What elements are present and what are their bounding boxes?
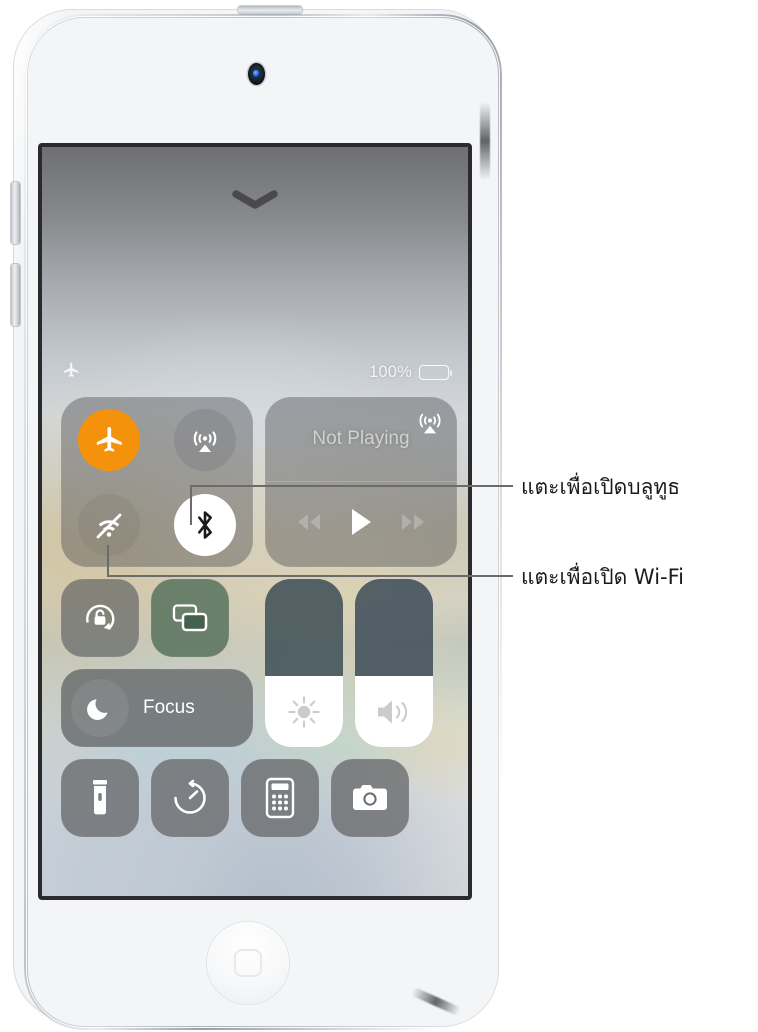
calculator-button[interactable] xyxy=(241,759,319,837)
speaker-wave-icon xyxy=(378,700,408,724)
airplane-mode-toggle[interactable] xyxy=(78,408,140,471)
device-screen: 100% Not Playing Focus xyxy=(38,143,472,900)
screen-mirroring-icon xyxy=(172,604,208,632)
flashlight-icon xyxy=(93,780,107,815)
bluetooth-leader-horizontal xyxy=(190,485,513,487)
media-transport-controls xyxy=(265,482,457,566)
rotation-lock-icon xyxy=(86,604,115,630)
airplane-icon xyxy=(61,360,81,385)
home-button[interactable] xyxy=(207,922,289,1004)
wifi-leader-horizontal xyxy=(107,575,513,577)
connectivity-panel[interactable] xyxy=(61,397,253,567)
bluetooth-leader-vertical xyxy=(190,485,192,525)
control-center: Not Playing Focus xyxy=(61,397,457,837)
rewind-icon[interactable] xyxy=(293,511,325,538)
device-edge-shade-bottom xyxy=(410,986,462,1017)
bluetooth-toggle[interactable] xyxy=(174,493,236,556)
volume-down-button[interactable] xyxy=(11,264,20,326)
camera-button[interactable] xyxy=(331,759,409,837)
airplay-audio-icon[interactable] xyxy=(413,405,447,444)
focus-tile[interactable]: Focus xyxy=(61,669,253,747)
battery-percent-label: 100% xyxy=(368,362,412,381)
screen-mirroring-tile[interactable] xyxy=(151,579,229,657)
sleep-wake-button[interactable] xyxy=(238,6,302,14)
cc-row-1: Not Playing xyxy=(61,397,457,567)
cc-tiles-row xyxy=(61,579,253,657)
focus-label: Focus xyxy=(143,697,195,718)
bluetooth-callout-text: แตะเพื่อเปิดบลูทูธ xyxy=(521,475,681,499)
now-playing-title: Not Playing xyxy=(312,428,410,449)
front-camera-icon xyxy=(248,63,265,85)
flashlight-button[interactable] xyxy=(61,759,139,837)
volume-slider[interactable] xyxy=(355,579,433,747)
now-playing-header: Not Playing xyxy=(265,397,457,482)
wifi-toggle[interactable] xyxy=(78,493,140,556)
timer-icon xyxy=(174,779,206,814)
wifi-leader-vertical xyxy=(107,545,109,576)
cc-row-2: Focus xyxy=(61,579,457,747)
airdrop-toggle[interactable] xyxy=(174,408,236,471)
camera-icon xyxy=(353,785,387,810)
now-playing-panel[interactable]: Not Playing xyxy=(265,397,457,567)
play-icon[interactable] xyxy=(348,507,374,542)
status-bar-right: 100% xyxy=(368,362,452,382)
battery-full-icon xyxy=(419,364,452,380)
cc-sliders xyxy=(265,579,433,747)
rotation-lock-tile[interactable] xyxy=(61,579,139,657)
brightness-slider[interactable] xyxy=(265,579,343,747)
home-button-square-icon xyxy=(234,949,262,977)
wifi-callout-text: แตะเพื่อเปิด Wi-Fi xyxy=(521,565,685,589)
cc-shortcuts-row xyxy=(61,759,457,837)
brightness-icon xyxy=(288,696,320,728)
chevron-down-icon[interactable] xyxy=(231,189,279,211)
calculator-icon xyxy=(265,777,295,819)
status-bar: 100% xyxy=(42,359,468,385)
screenshot-root: 100% Not Playing Focus แตะเพื่อเปิดบลูทู… xyxy=(0,0,758,1032)
ipod-touch-device: 100% Not Playing Focus xyxy=(11,6,502,1030)
timer-button[interactable] xyxy=(151,759,229,837)
volume-up-button[interactable] xyxy=(11,182,20,244)
moon-icon xyxy=(71,679,129,737)
fast-forward-icon[interactable] xyxy=(397,511,429,538)
device-edge-shade-right xyxy=(480,102,490,180)
cc-left-stack: Focus xyxy=(61,579,253,747)
